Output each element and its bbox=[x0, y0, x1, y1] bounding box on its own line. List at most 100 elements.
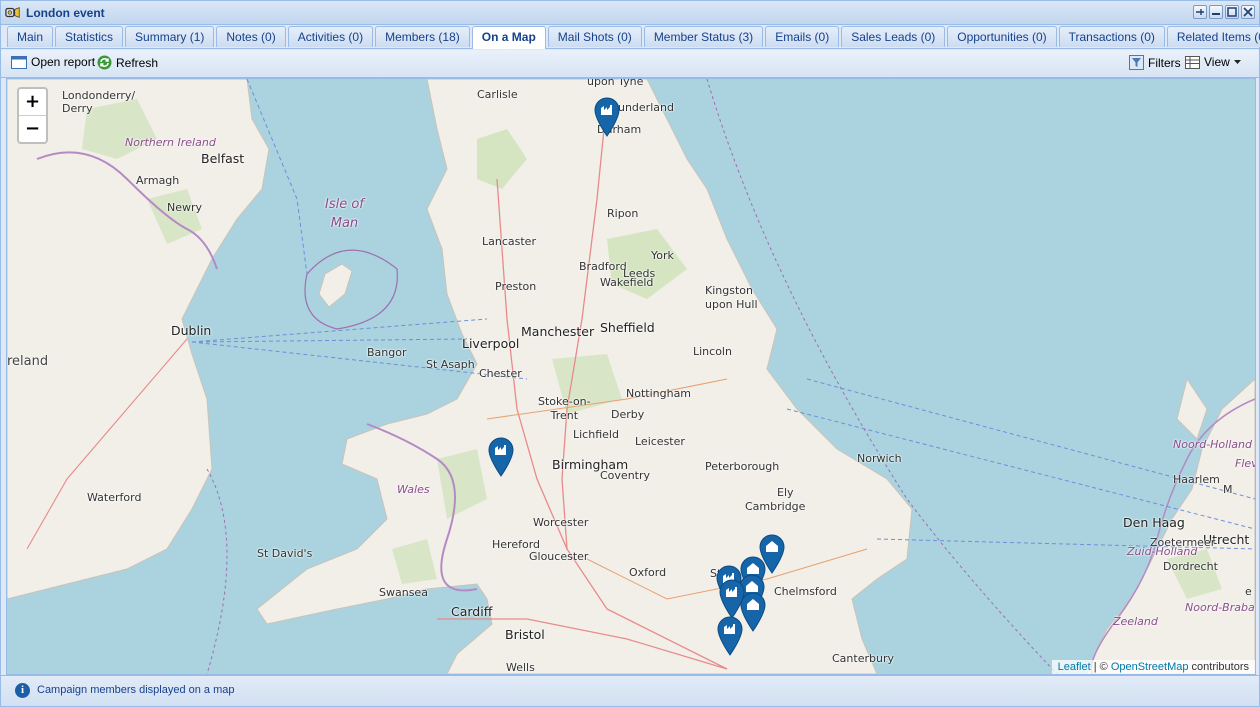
openstreetmap-link[interactable]: OpenStreetMap bbox=[1111, 661, 1189, 673]
maximize-button[interactable] bbox=[1225, 5, 1239, 19]
label-m: M bbox=[1223, 483, 1233, 496]
campaign-window: London event Main Statistics Summary (1)… bbox=[0, 0, 1260, 707]
label-cardiff: Cardiff bbox=[451, 604, 493, 619]
label-stoke: Stoke-on- Trent bbox=[538, 395, 591, 422]
label-st-asaph: St Asaph bbox=[426, 358, 475, 371]
tab-related-items[interactable]: Related Items (0) bbox=[1166, 26, 1260, 47]
zoom-out-button[interactable]: − bbox=[19, 116, 46, 142]
open-report-button[interactable]: Open report bbox=[11, 55, 95, 69]
close-button[interactable] bbox=[1241, 5, 1255, 19]
label-waterford: Waterford bbox=[87, 491, 142, 504]
member-marker[interactable] bbox=[717, 616, 743, 656]
tab-statistics[interactable]: Statistics bbox=[55, 26, 124, 47]
label-liverpool: Liverpool bbox=[462, 336, 520, 351]
label-zuid-holland: Zuid-Holland bbox=[1127, 545, 1198, 558]
title-bar: London event bbox=[1, 1, 1259, 25]
label-bristol: Bristol bbox=[505, 627, 545, 642]
label-den-haag: Den Haag bbox=[1123, 515, 1185, 530]
label-ireland: reland bbox=[7, 354, 49, 369]
label-wales: Wales bbox=[397, 483, 430, 496]
leaflet-link[interactable]: Leaflet bbox=[1058, 661, 1091, 673]
minimize-button[interactable] bbox=[1209, 5, 1223, 19]
label-peterborough: Peterborough bbox=[705, 460, 780, 473]
map-base-layer[interactable] bbox=[7, 79, 1255, 674]
label-ely: Ely bbox=[777, 486, 794, 499]
label-isle-of-man: Isle of Man bbox=[325, 197, 364, 231]
tab-main[interactable]: Main bbox=[7, 26, 54, 47]
label-worcester: Worcester bbox=[533, 516, 589, 529]
refresh-button[interactable]: Refresh bbox=[97, 55, 158, 70]
label-chelmsford: Chelmsford bbox=[774, 585, 837, 598]
label-swansea: Swansea bbox=[379, 586, 428, 599]
label-norwich: Norwich bbox=[857, 452, 902, 465]
label-lincoln: Lincoln bbox=[693, 345, 732, 358]
label-belfast: Belfast bbox=[201, 151, 245, 166]
status-bar: i Campaign members displayed on a map bbox=[1, 675, 1259, 706]
grid-view-icon bbox=[1185, 55, 1200, 69]
open-report-label: Open report bbox=[31, 55, 96, 69]
filters-label: Filters bbox=[1148, 55, 1181, 70]
label-wakefield: Wakefield bbox=[600, 276, 654, 289]
label-leicester: Leicester bbox=[635, 435, 685, 448]
member-marker[interactable] bbox=[488, 437, 514, 477]
zoom-control: + − bbox=[17, 87, 48, 144]
map-view[interactable]: upon Tyne Sunderland Durham Carlisle Lon… bbox=[6, 78, 1256, 675]
member-marker[interactable] bbox=[740, 592, 766, 632]
tab-members[interactable]: Members (18) bbox=[375, 26, 470, 47]
tab-emails[interactable]: Emails (0) bbox=[765, 26, 840, 47]
label-londonderry: Londonderry/ Derry bbox=[62, 89, 136, 115]
tab-bar: Main Statistics Summary (1) Notes (0) Ac… bbox=[1, 25, 1260, 49]
label-sheffield: Sheffield bbox=[600, 320, 655, 335]
label-dublin: Dublin bbox=[171, 323, 212, 338]
tab-summary[interactable]: Summary (1) bbox=[125, 26, 215, 47]
label-bangor: Bangor bbox=[367, 346, 407, 359]
attribution-contributors: contributors bbox=[1188, 661, 1249, 673]
label-kingston: Kingston upon Hull bbox=[705, 284, 758, 311]
label-haarlem: Haarlem bbox=[1173, 473, 1220, 486]
view-menu-button[interactable]: View bbox=[1185, 55, 1241, 69]
label-nottingham: Nottingham bbox=[626, 387, 692, 400]
label-chester: Chester bbox=[479, 367, 522, 380]
label-wells: Wells bbox=[506, 661, 535, 674]
label-northern-ireland: Northern Ireland bbox=[125, 136, 216, 149]
label-lichfield: Lichfield bbox=[573, 428, 619, 441]
label-oxford: Oxford bbox=[629, 566, 667, 579]
minimize-icon bbox=[1212, 13, 1220, 15]
label-lancaster: Lancaster bbox=[482, 235, 536, 248]
tab-activities[interactable]: Activities (0) bbox=[287, 26, 374, 47]
attribution-separator: | © bbox=[1090, 661, 1111, 673]
pin-button[interactable] bbox=[1193, 5, 1207, 19]
label-upon-tyne: upon Tyne bbox=[587, 78, 644, 88]
label-noord-holland: Noord-Holland bbox=[1173, 438, 1252, 451]
filters-button[interactable]: Filters bbox=[1129, 55, 1181, 70]
member-marker[interactable] bbox=[594, 97, 620, 137]
chevron-down-icon bbox=[1233, 59, 1241, 64]
maximize-icon bbox=[1227, 7, 1237, 17]
tab-opportunities[interactable]: Opportunities (0) bbox=[947, 26, 1057, 47]
tab-notes[interactable]: Notes (0) bbox=[216, 26, 286, 47]
label-flev: Flev bbox=[1235, 457, 1256, 470]
label-st-davids: St David's bbox=[257, 547, 313, 560]
tab-on-a-map[interactable]: On a Map bbox=[471, 26, 546, 49]
label-bradford: Bradford bbox=[579, 260, 627, 273]
label-newry: Newry bbox=[167, 201, 203, 214]
label-noord-brabant: Noord-Brabant bbox=[1185, 601, 1255, 614]
close-icon bbox=[1243, 7, 1253, 17]
label-zeeland: Zeeland bbox=[1113, 615, 1158, 628]
tab-transactions[interactable]: Transactions (0) bbox=[1058, 26, 1165, 47]
label-york: York bbox=[651, 249, 674, 262]
label-gloucester: Gloucester bbox=[529, 550, 589, 563]
label-dordrecht: Dordrecht bbox=[1163, 560, 1218, 573]
label-manchester: Manchester bbox=[521, 324, 595, 339]
tab-member-status[interactable]: Member Status (3) bbox=[643, 26, 764, 47]
label-e: e bbox=[1245, 585, 1252, 598]
campaign-app-icon bbox=[5, 7, 20, 18]
view-label: View bbox=[1204, 55, 1230, 69]
window-title: London event bbox=[26, 6, 105, 20]
tab-sales-leads[interactable]: Sales Leads (0) bbox=[841, 26, 946, 47]
refresh-label: Refresh bbox=[116, 55, 159, 70]
zoom-in-button[interactable]: + bbox=[19, 89, 46, 116]
info-icon: i bbox=[15, 683, 30, 698]
label-cambridge: Cambridge bbox=[745, 500, 806, 513]
tab-mail-shots[interactable]: Mail Shots (0) bbox=[547, 26, 642, 47]
